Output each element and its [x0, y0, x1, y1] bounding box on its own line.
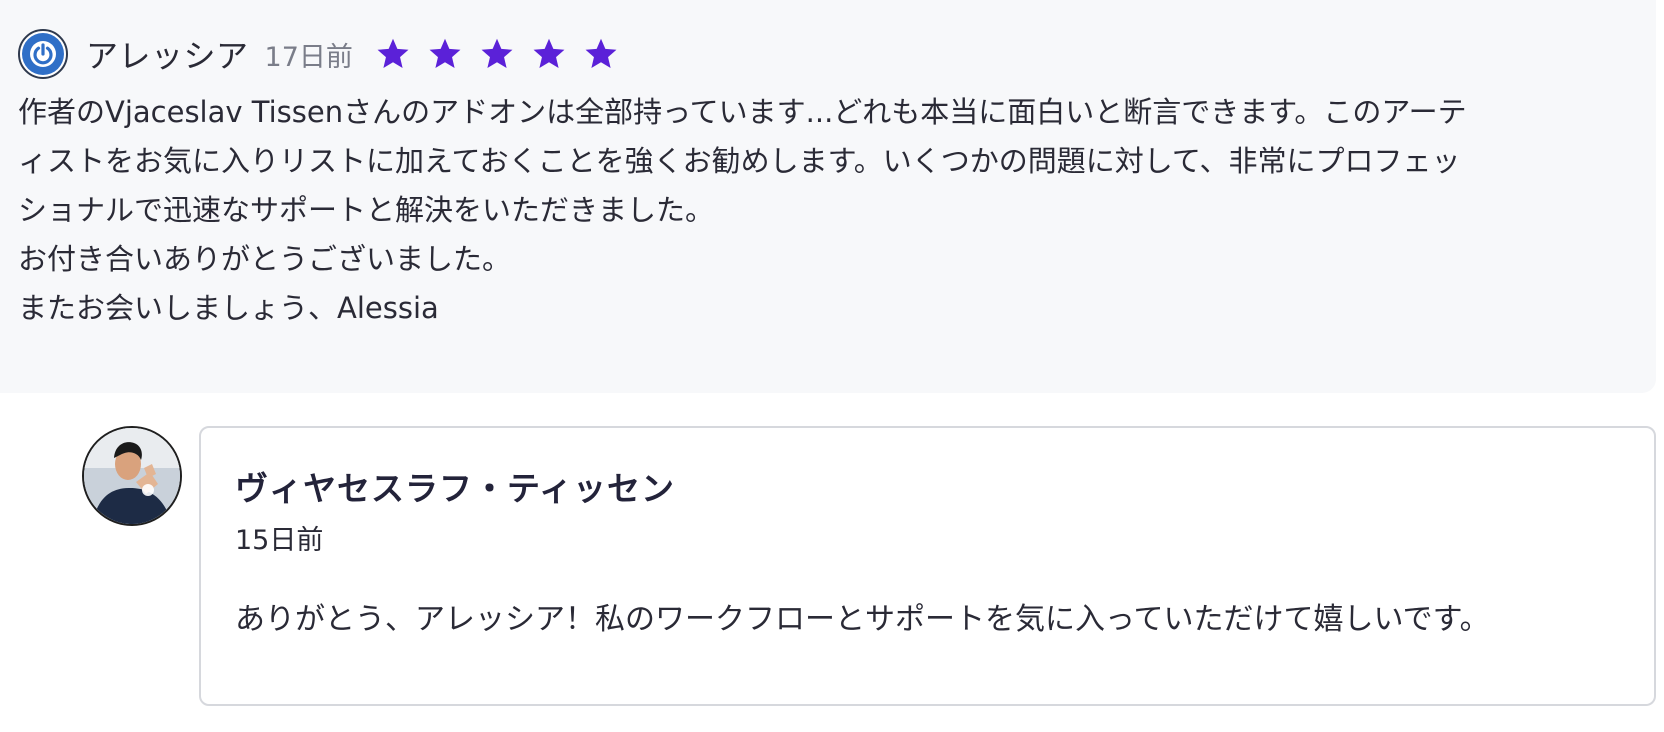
- review-text-line: またお会いしましょう、Alessia: [18, 291, 439, 325]
- review-text-line: 作者のVjaceslav Tissenさんのアドオンは全部持っています...どれ…: [18, 95, 1467, 129]
- reviewer-name[interactable]: アレッシア: [86, 31, 249, 77]
- star-icon: [377, 38, 409, 68]
- reviewer-avatar[interactable]: [18, 29, 68, 79]
- reply-timestamp: 15日前: [235, 525, 324, 556]
- star-rating: [375, 36, 635, 72]
- reply-author-name[interactable]: ヴィヤセスラフ・ティッセン: [235, 462, 675, 510]
- review-timestamp: 17日前: [264, 41, 353, 73]
- review-card: アレッシア 17日前 作者のVjaceslav Tissenさんのアドオンは全部…: [0, 0, 1656, 393]
- star-icon: [533, 38, 565, 68]
- star-icon: [429, 38, 461, 68]
- review-text: 作者のVjaceslav Tissenさんのアドオンは全部持っています...どれ…: [18, 88, 1618, 333]
- star-icon: [481, 38, 513, 68]
- review-header: アレッシア 17日前: [18, 29, 635, 79]
- star-icon: [585, 38, 617, 68]
- reply-author-avatar[interactable]: [82, 426, 182, 526]
- reply-card: ヴィヤセスラフ・ティッセン 15日前 ありがとう、アレッシア！私のワークフローと…: [199, 426, 1656, 706]
- power-icon: [22, 33, 64, 75]
- review-text-line: お付き合いありがとうございました。: [18, 242, 512, 276]
- review-text-line: ィストをお気に入りリストに加えておくことを強くお勧めします。いくつかの問題に対し…: [18, 144, 1461, 178]
- review-text-line: ショナルで迅速なサポートと解決をいただきました。: [18, 193, 715, 227]
- reply-text: ありがとう、アレッシア！私のワークフローとサポートを気に入っていただけて嬉しいで…: [235, 602, 1490, 637]
